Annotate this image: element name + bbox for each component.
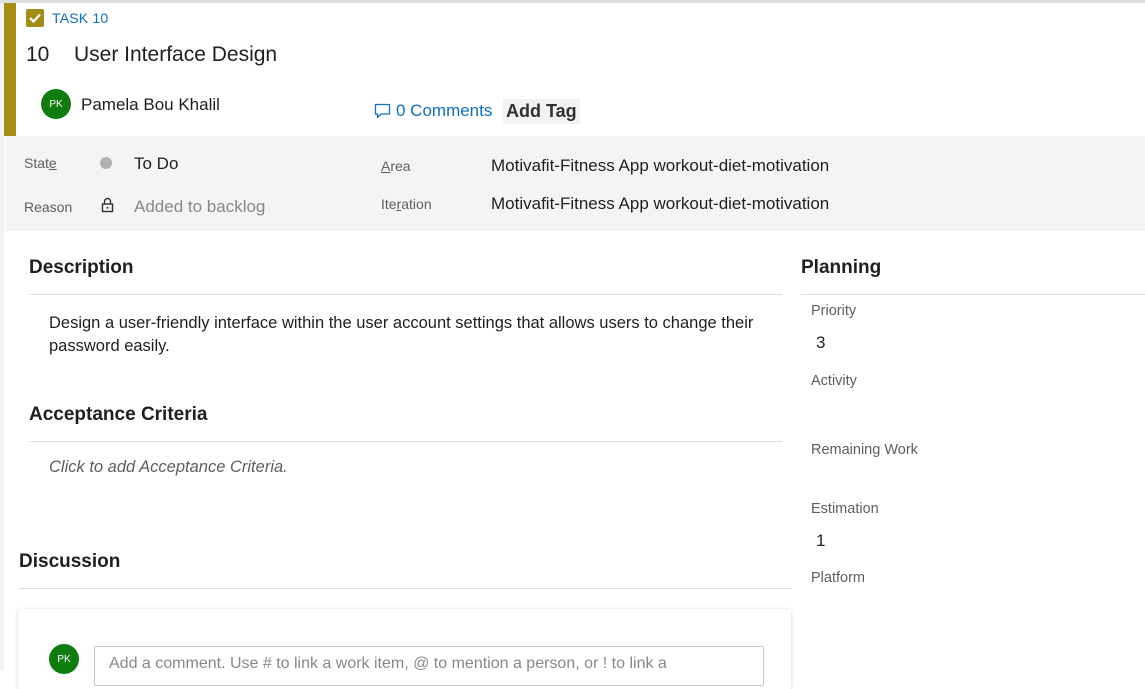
planning-heading: Planning bbox=[801, 257, 882, 278]
comments-link[interactable]: 0 Comments bbox=[374, 101, 492, 121]
reason-value: Added to backlog bbox=[134, 197, 266, 216]
planning-divider bbox=[801, 294, 1145, 295]
area-label: Area bbox=[381, 158, 411, 174]
iteration-value[interactable]: Motivafit-Fitness App workout-diet-motiv… bbox=[491, 194, 829, 214]
priority-label: Priority bbox=[811, 303, 857, 319]
estimation-value[interactable]: 1 bbox=[816, 531, 825, 551]
task-checkbox-icon bbox=[26, 9, 44, 27]
priority-value[interactable]: 3 bbox=[816, 333, 825, 353]
area-value[interactable]: Motivafit-Fitness App workout-diet-motiv… bbox=[491, 156, 829, 176]
assignee-name[interactable]: Pamela Bou Khalil bbox=[81, 95, 220, 115]
status-dot-icon bbox=[100, 157, 112, 169]
remaining-work-value[interactable] bbox=[816, 470, 1116, 494]
activity-value[interactable] bbox=[816, 401, 1116, 425]
acceptance-criteria-heading: Acceptance Criteria bbox=[29, 404, 208, 425]
description-heading: Description bbox=[29, 257, 134, 278]
work-item-type-label: TASK 10 bbox=[52, 10, 109, 26]
platform-label: Platform bbox=[811, 570, 865, 586]
assignee-avatar[interactable]: PK bbox=[41, 89, 71, 119]
state-label: State bbox=[24, 155, 57, 171]
work-item-title[interactable]: User Interface Design bbox=[74, 43, 277, 67]
top-border bbox=[0, 0, 1145, 3]
iteration-label: Iteration bbox=[381, 196, 432, 212]
discussion-heading: Discussion bbox=[19, 551, 121, 572]
speech-bubble-icon bbox=[374, 103, 391, 119]
comment-input[interactable]: Add a comment. Use # to link a work item… bbox=[94, 646, 764, 686]
work-item-id: 10 bbox=[26, 43, 50, 66]
lock-icon bbox=[101, 197, 114, 213]
discussion-divider bbox=[19, 588, 792, 589]
add-tag-button[interactable]: Add Tag bbox=[503, 99, 580, 124]
reason-label: Reason bbox=[24, 199, 73, 215]
remaining-work-label: Remaining Work bbox=[811, 442, 918, 458]
activity-label: Activity bbox=[811, 373, 857, 389]
state-value[interactable]: To Do bbox=[134, 154, 178, 174]
description-text[interactable]: Design a user-friendly interface within … bbox=[49, 312, 779, 358]
comment-author-avatar: PK bbox=[49, 644, 79, 674]
acceptance-criteria-divider bbox=[29, 441, 782, 442]
work-item-type-accent-bar bbox=[4, 3, 16, 136]
estimation-label: Estimation bbox=[811, 501, 879, 517]
description-divider bbox=[29, 294, 782, 295]
acceptance-criteria-placeholder[interactable]: Click to add Acceptance Criteria. bbox=[49, 458, 288, 477]
comments-count-label: 0 Comments bbox=[396, 101, 493, 120]
platform-value[interactable] bbox=[816, 598, 1116, 622]
